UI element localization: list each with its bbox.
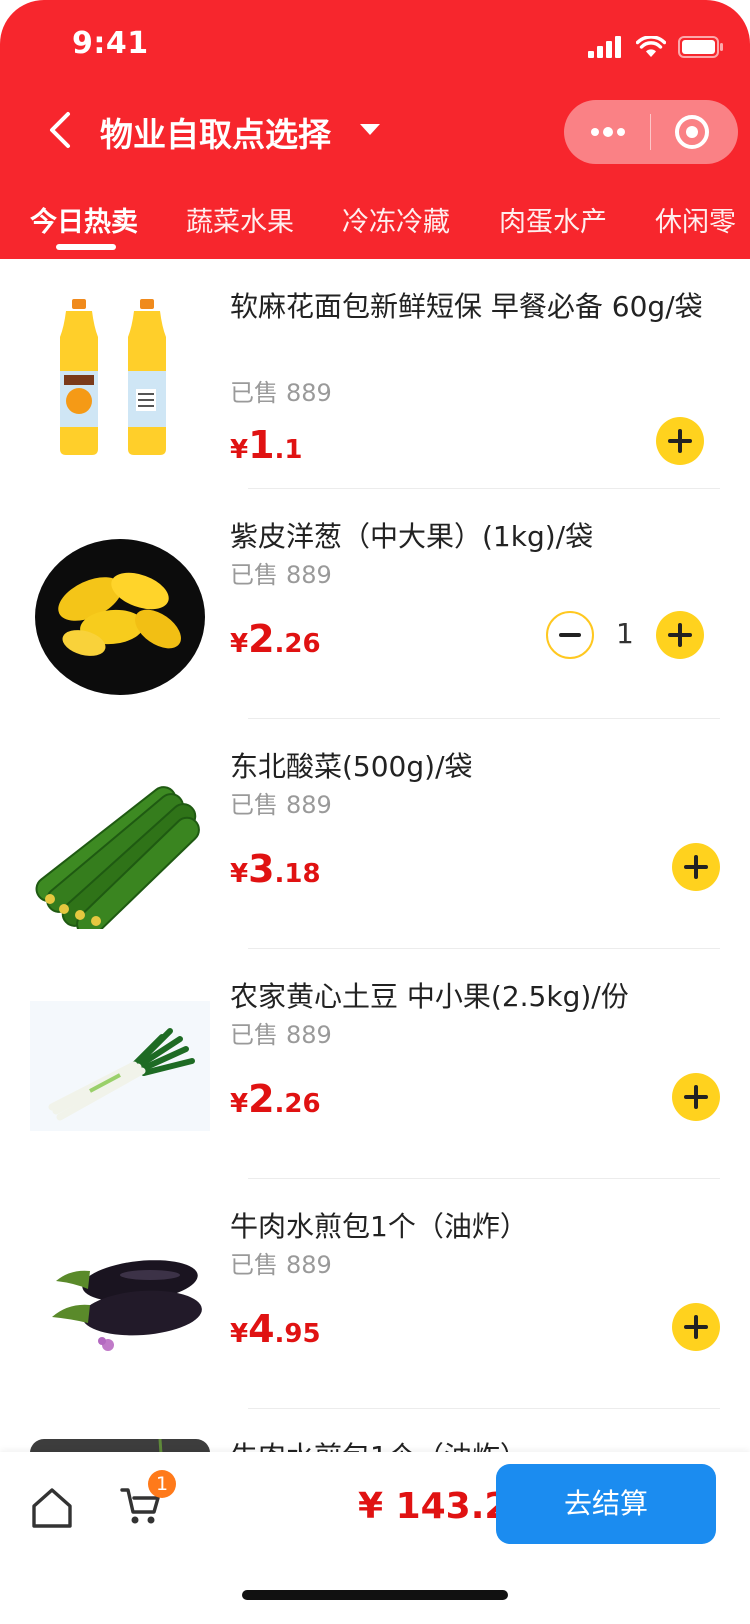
sold-count: 已售 889 [230,1021,332,1049]
product-item[interactable]: 紫皮洋葱（中大果）(1kg)/袋 已售 889 ¥2.26 1 [0,489,750,719]
product-price: ¥2.26 [230,1077,321,1121]
cellular-signal-icon [588,36,621,58]
product-name[interactable]: 牛肉水煎包1个（油炸） [230,1207,720,1247]
product-price: ¥1.1 [230,423,303,467]
more-dots-icon[interactable] [588,118,628,146]
home-icon[interactable] [30,1486,74,1530]
home-indicator [242,1590,508,1600]
product-name[interactable]: 牛肉水煎包1个（油炸） [230,1437,720,1452]
product-list[interactable]: 软麻花面包新鲜短保 早餐必备 60g/袋 已售 889 ¥1.1 紫皮洋葱（中大果… [0,259,750,1452]
miniprogram-capsule [564,100,738,164]
product-price: ¥3.18 [230,847,321,891]
product-name[interactable]: 东北酸菜(500g)/袋 [230,747,720,787]
product-name[interactable]: 农家黄心土豆 中小果(2.5kg)/份 [230,977,720,1017]
dropdown-caret-icon[interactable] [360,124,380,135]
category-tabs: 今日热卖 蔬菜水果 冷冻冷藏 肉蛋水产 休闲零 [0,188,750,259]
product-item[interactable]: 牛肉水煎包1个（油炸） [0,1409,750,1452]
add-to-cart-button[interactable] [656,611,704,659]
back-arrow-icon[interactable] [44,110,80,150]
pickup-point-selector-title[interactable]: 物业自取点选择 [100,108,331,156]
decrease-quantity-button[interactable] [546,611,594,659]
sold-count: 已售 889 [230,561,332,589]
bottom-cart-bar: 1 ¥ 143.2 去结算 [0,1452,750,1624]
product-name[interactable]: 软麻花面包新鲜短保 早餐必备 60g/袋 [230,287,720,327]
product-item[interactable]: 牛肉水煎包1个（油炸） 已售 889 ¥4.95 [0,1179,750,1409]
tab-snacks[interactable]: 休闲零 [655,200,736,239]
product-image-cucumbers[interactable] [30,749,210,929]
product-item[interactable]: 东北酸菜(500g)/袋 已售 889 ¥3.18 [0,719,750,949]
sold-count: 已售 889 [230,791,332,819]
cart-count-badge: 1 [148,1470,176,1498]
navbar: 物业自取点选择 [0,96,750,166]
product-image-green-onion[interactable] [30,979,210,1159]
status-time: 9:41 [72,26,149,61]
tab-meat-eggs-seafood[interactable]: 肉蛋水产 [499,200,607,239]
sold-count: 已售 889 [230,1251,332,1279]
product-item[interactable]: 农家黄心土豆 中小果(2.5kg)/份 已售 889 ¥2.26 [0,949,750,1179]
product-image-orange-juice[interactable] [30,289,210,469]
product-price: ¥4.95 [230,1307,321,1351]
product-image-eggplants[interactable] [30,1209,210,1389]
add-to-cart-button[interactable] [672,1303,720,1351]
product-image-durian[interactable] [30,519,210,699]
battery-icon [678,36,723,58]
wifi-icon [636,36,666,57]
app-header: 9:41 物业自取点选择 今日热卖 蔬菜水果 冷冻冷藏 肉蛋水产 休闲零 [0,0,750,259]
tab-vegetables-fruits[interactable]: 蔬菜水果 [186,200,294,239]
add-to-cart-button[interactable] [656,417,704,465]
quantity-value: 1 [616,617,634,650]
add-to-cart-button[interactable] [672,843,720,891]
close-miniprogram-icon[interactable] [674,114,710,150]
capsule-divider [650,114,651,150]
product-image-dark-produce[interactable] [30,1439,210,1452]
product-name[interactable]: 紫皮洋葱（中大果）(1kg)/袋 [230,517,720,557]
status-icons [588,32,724,62]
product-item[interactable]: 软麻花面包新鲜短保 早餐必备 60g/袋 已售 889 ¥1.1 [0,259,750,489]
tab-frozen[interactable]: 冷冻冷藏 [342,200,450,239]
tab-today-hot[interactable]: 今日热卖 [30,200,138,239]
active-tab-indicator [56,244,116,250]
add-to-cart-button[interactable] [672,1073,720,1121]
cart-total-price: ¥ 143.2 [358,1486,510,1527]
product-price: ¥2.26 [230,617,321,661]
checkout-button[interactable]: 去结算 [496,1464,716,1544]
sold-count: 已售 889 [230,379,332,407]
